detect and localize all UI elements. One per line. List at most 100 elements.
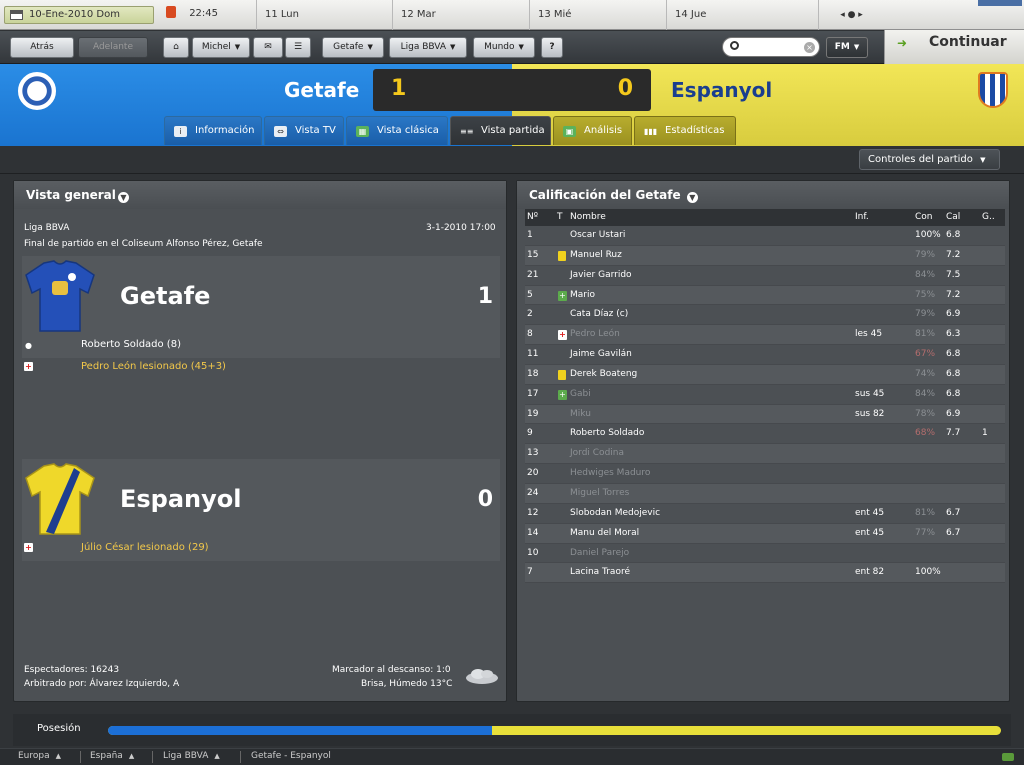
player-name[interactable]: Hedwiges Maduro [570,464,650,483]
breadcrumb-item[interactable]: Liga BBVA ▲ [163,751,220,761]
table-row[interactable]: 11 Jaime Gavilán 67% 6.8 [525,345,1005,365]
player-name[interactable]: Javier Garrido [570,266,632,285]
player-name[interactable]: Gabi [570,385,591,404]
match-controls-button[interactable]: Controles del partido ▼ [859,149,1000,170]
tab-label: Información [195,125,255,136]
player-name[interactable]: Miguel Torres [570,484,629,503]
ratings-header[interactable]: Calificación del Getafe ▼ [517,181,1009,209]
home-team-title[interactable]: Getafe [120,282,210,310]
player-name[interactable]: Manu del Moral [570,524,639,543]
table-row[interactable]: 17 Gabi sus 45 84% 6.8 + [525,385,1005,405]
breadcrumb-item[interactable]: Europa ▲ [18,751,61,761]
calendar-day[interactable]: 13 Mié [529,0,666,30]
tab-vista-clasica[interactable]: ▦ Vista clásica [346,116,448,145]
col-name[interactable]: Nombre [570,209,606,226]
home-team-name[interactable]: Getafe [284,78,359,102]
window-controls[interactable] [978,0,1022,6]
table-row[interactable]: 13 Jordi Codina [525,444,1005,465]
player-name[interactable]: Derek Boateng [570,365,637,384]
tab-label: Estadísticas [665,125,725,136]
table-row[interactable]: 1 Oscar Ustari 100% 6.8 [525,226,1005,246]
col-con[interactable]: Con [915,209,933,226]
fm-menu-button[interactable]: FM ▼ [826,37,868,58]
table-row[interactable]: 21 Javier Garrido 84% 7.5 [525,266,1005,286]
injury-event[interactable]: Júlio César lesionado (29) [81,542,209,553]
tab-vista-tv[interactable]: ⇔ Vista TV [264,116,344,145]
inbox-button[interactable]: ✉ [253,37,283,58]
injury-event[interactable]: Pedro León lesionado (45+3) [81,361,226,372]
table-row[interactable]: 19 Miku sus 82 78% 6.9 [525,404,1005,425]
table-row[interactable]: 5 Mario 75% 7.2 + [525,285,1005,306]
getafe-crest-icon[interactable] [18,72,56,110]
table-row[interactable]: 8 Pedro León les 45 81% 6.3 + [525,325,1005,346]
player-name[interactable]: Roberto Soldado [570,424,644,443]
club-menu[interactable]: Getafe ▼ [322,37,384,58]
tab-estadisticas[interactable]: ▮▮▮ Estadísticas [634,116,736,145]
table-row[interactable]: 2 Cata Díaz (c) 79% 6.9 [525,305,1005,326]
chevron-down-icon: ▼ [853,43,860,51]
player-name[interactable]: Miku [570,405,591,424]
injury-icon: + [558,330,567,341]
col-g[interactable]: G.. [982,209,995,226]
player-name[interactable]: Cata Díaz (c) [570,305,628,324]
breadcrumb-item[interactable]: España ▲ [90,751,134,761]
table-row[interactable]: 14 Manu del Moral ent 45 77% 6.7 [525,523,1005,544]
possession-track [108,726,1001,735]
table-row[interactable]: 9 Roberto Soldado 68% 7.7 1 [525,424,1005,445]
player-name[interactable]: Jaime Gavilán [570,345,632,364]
help-button[interactable]: ? [541,37,563,58]
col-t[interactable]: T [557,209,563,226]
player-name[interactable]: Daniel Parejo [570,544,629,563]
player-name[interactable]: Lacina Traoré [570,563,630,582]
back-label: Atrás [30,42,54,52]
back-button[interactable]: Atrás [10,37,74,58]
table-row[interactable]: 18 Derek Boateng 74% 6.8 [525,364,1005,385]
table-row[interactable]: 7 Lacina Traoré ent 82 100% [525,563,1005,584]
toolbar: Atrás Adelante ⌂ Michel ▼ ✉ ☰ Getafe ▼ Lig… [0,31,884,64]
col-number[interactable]: Nº [527,209,538,226]
goal-event[interactable]: Roberto Soldado (8) [81,339,181,350]
table-row[interactable]: 24 Miguel Torres [525,483,1005,504]
player-name[interactable]: Pedro León [570,325,620,344]
manager-menu[interactable]: Michel ▼ [192,37,250,58]
player-rating: 7.2 [946,289,961,300]
player-name[interactable]: Mario [570,286,595,305]
table-row[interactable]: 15 Manuel Ruz 79% 7.2 [525,245,1005,266]
table-row[interactable]: 12 Slobodan Medojevic ent 45 81% 6.7 [525,504,1005,524]
notes-button[interactable]: ☰ [285,37,311,58]
breadcrumb-item[interactable]: Getafe - Espanyol [251,751,331,761]
player-name[interactable]: Oscar Ustari [570,226,625,245]
table-row[interactable]: 10 Daniel Parejo [525,544,1005,564]
current-date[interactable]: 10-Ene-2010 Dom [4,6,154,24]
player-rating: 6.3 [946,329,961,340]
chevron-down-icon: ▼ [980,156,986,164]
forward-label: Adelante [92,42,134,52]
player-name[interactable]: Slobodan Medojevic [570,504,660,523]
player-name[interactable]: Jordi Codina [570,444,624,463]
tab-vista-partida[interactable]: ≡≡ Vista partida [450,116,551,145]
tab-informacion[interactable]: i Información [164,116,262,145]
continue-button[interactable]: ➜ Continuar [884,30,1024,64]
calendar-day[interactable]: 11 Lun [256,0,392,30]
overview-header[interactable]: Vista general ▼ [14,181,506,209]
chevron-up-icon: ▲ [128,752,135,760]
away-team-name[interactable]: Espanyol [671,78,772,102]
calendar-nav-arrows[interactable]: ◂ ● ▸ [818,0,884,30]
competition-label: Liga BBVA [24,223,70,233]
calendar-day-label: 14 Jue [675,9,707,20]
player-name[interactable]: Manuel Ruz [570,246,622,265]
home-button[interactable]: ⌂ [163,37,189,58]
col-cal[interactable]: Cal [946,209,960,226]
world-menu[interactable]: Mundo ▼ [473,37,535,58]
espanyol-crest-icon[interactable] [978,72,1008,108]
calendar-day[interactable]: 12 Mar [392,0,529,30]
clear-search-icon[interactable]: × [804,42,815,53]
away-team-title[interactable]: Espanyol [120,485,242,513]
tab-analisis[interactable]: ▣ Análisis [553,116,632,145]
table-row[interactable]: 20 Hedwiges Maduro [525,464,1005,484]
forward-button[interactable]: Adelante [78,37,148,58]
league-menu[interactable]: Liga BBVA ▼ [389,37,467,58]
search-input[interactable]: × [722,37,820,57]
calendar-day[interactable]: 14 Jue [666,0,818,30]
col-inf[interactable]: Inf. [855,209,869,226]
